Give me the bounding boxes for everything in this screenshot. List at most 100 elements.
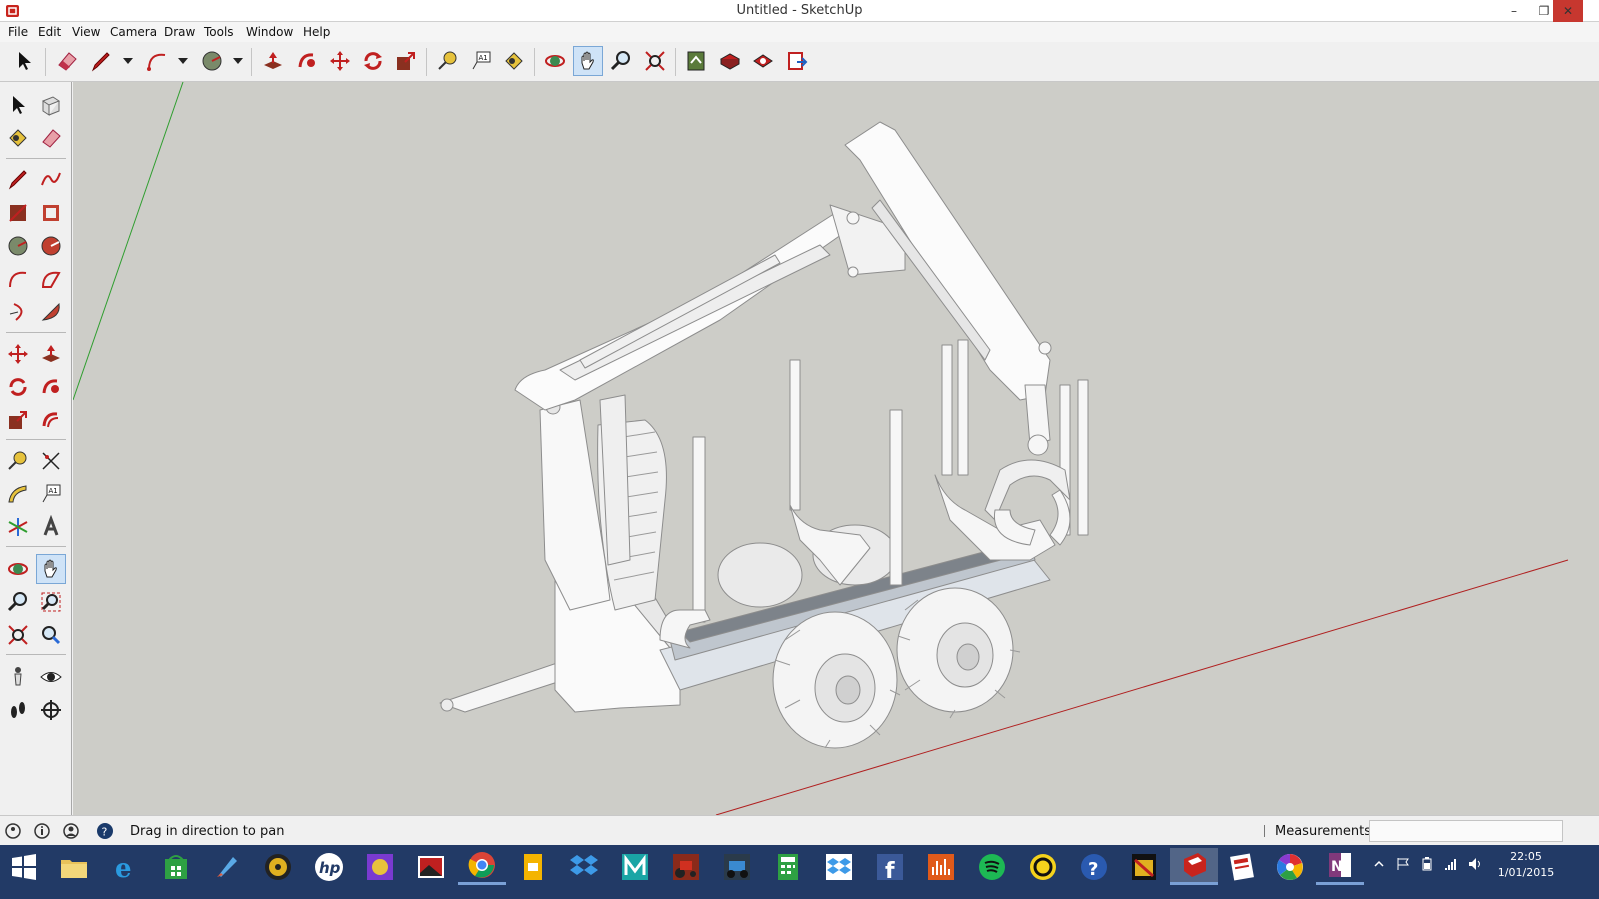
taskbar-app[interactable] <box>968 848 1016 885</box>
eraser-tool-button[interactable] <box>52 46 82 76</box>
section-plane-tool-button[interactable] <box>36 695 66 725</box>
user-account-icon[interactable] <box>62 822 80 840</box>
previous-view-tool-button[interactable] <box>36 620 66 650</box>
chevron-down-icon[interactable] <box>233 58 243 66</box>
chevron-up-icon[interactable] <box>1374 859 1384 869</box>
move-tool-button[interactable] <box>325 46 355 76</box>
tape-measure-tool-button[interactable] <box>3 446 33 476</box>
volume-icon[interactable] <box>1468 857 1482 871</box>
position-camera-tool-button[interactable] <box>3 662 33 692</box>
line-tool-button[interactable] <box>86 46 116 76</box>
taskbar-app[interactable] <box>713 848 761 885</box>
menu-draw[interactable]: Draw <box>164 25 195 39</box>
orbit-tool-button[interactable] <box>540 46 570 76</box>
three-point-arc-tool-button[interactable] <box>3 297 33 327</box>
minimize-button[interactable]: – <box>1499 0 1529 22</box>
taskbar-app[interactable] <box>815 848 863 885</box>
rectangle-tool-button[interactable] <box>3 198 33 228</box>
follow-me-tool-button[interactable] <box>36 372 66 402</box>
share-model-tool-button[interactable] <box>748 46 778 76</box>
arc-tool-button[interactable] <box>142 46 172 76</box>
polygon-tool-button[interactable] <box>36 231 66 261</box>
push-pull-tool-button[interactable] <box>258 46 288 76</box>
measurements-input[interactable] <box>1369 820 1563 842</box>
scale-tool-button[interactable] <box>391 46 421 76</box>
geo-location-icon[interactable] <box>4 822 22 840</box>
arc-tool-button[interactable] <box>3 264 33 294</box>
taskbar-app[interactable] <box>764 848 812 885</box>
look-around-tool-button[interactable] <box>36 662 66 692</box>
model-viewport[interactable] <box>73 82 1599 815</box>
freehand-tool-button[interactable] <box>36 164 66 194</box>
protractor-tool-button[interactable] <box>3 479 33 509</box>
menu-window[interactable]: Window <box>246 25 293 39</box>
taskbar-app[interactable] <box>560 848 608 885</box>
zoom-extents-tool-button[interactable] <box>640 46 670 76</box>
text-label-tool-button[interactable]: A1 <box>36 479 66 509</box>
zoom-tool-button[interactable] <box>3 587 33 617</box>
help-icon[interactable]: ? <box>96 822 114 840</box>
pan-tool-button[interactable] <box>36 554 66 584</box>
taskbar-app[interactable] <box>662 848 710 885</box>
3d-text-tool-button[interactable] <box>36 512 66 542</box>
taskbar-app[interactable]: f <box>866 848 914 885</box>
taskbar-app[interactable] <box>458 848 506 885</box>
push-pull-tool-button[interactable] <box>36 339 66 369</box>
menu-edit[interactable]: Edit <box>38 25 61 39</box>
taskbar-app[interactable] <box>611 848 659 885</box>
axes-tool-button[interactable] <box>3 512 33 542</box>
zoom-tool-button[interactable] <box>606 46 636 76</box>
paint-bucket-tool-button[interactable] <box>3 123 33 153</box>
start-button[interactable] <box>0 848 48 885</box>
text-tool-button[interactable]: A1 <box>466 46 496 76</box>
line-tool-button[interactable] <box>3 164 33 194</box>
menu-camera[interactable]: Camera <box>110 25 157 39</box>
taskbar-app[interactable] <box>1266 848 1314 885</box>
extension-warehouse-tool-button[interactable] <box>782 46 812 76</box>
select-tool-button[interactable] <box>3 90 33 120</box>
warehouse-tool-button[interactable] <box>681 46 711 76</box>
flag-icon[interactable] <box>1396 857 1410 871</box>
credits-info-icon[interactable] <box>33 822 51 840</box>
taskbar-app[interactable] <box>1218 848 1266 885</box>
get-models-tool-button[interactable] <box>715 46 745 76</box>
dimension-tool-button[interactable] <box>36 446 66 476</box>
taskbar-app[interactable] <box>203 848 251 885</box>
make-component-tool-button[interactable] <box>36 90 66 120</box>
zoom-window-tool-button[interactable] <box>36 587 66 617</box>
select-tool-button[interactable] <box>10 46 40 76</box>
taskbar-app[interactable]: ? <box>1070 848 1118 885</box>
taskbar-app[interactable] <box>152 848 200 885</box>
pan-tool-button[interactable] <box>573 46 603 76</box>
walk-tool-button[interactable] <box>3 695 33 725</box>
menu-view[interactable]: View <box>72 25 100 39</box>
paint-bucket-tool-button[interactable] <box>499 46 529 76</box>
pie-tool-button[interactable] <box>36 297 66 327</box>
battery-icon[interactable] <box>1420 857 1434 871</box>
menu-help[interactable]: Help <box>303 25 330 39</box>
taskbar-app[interactable] <box>254 848 302 885</box>
taskbar-app[interactable] <box>407 848 455 885</box>
taskbar-app[interactable] <box>509 848 557 885</box>
rotated-rectangle-tool-button[interactable] <box>36 198 66 228</box>
tape-measure-tool-button[interactable] <box>433 46 463 76</box>
taskbar-app[interactable] <box>917 848 965 885</box>
scale-tool-button[interactable] <box>3 405 33 435</box>
circle-tool-button[interactable] <box>3 231 33 261</box>
taskbar-app[interactable] <box>356 848 404 885</box>
orbit-tool-button[interactable] <box>3 554 33 584</box>
rotate-tool-button[interactable] <box>3 372 33 402</box>
taskbar-app[interactable]: N <box>1316 848 1364 885</box>
chevron-down-icon[interactable] <box>123 58 133 66</box>
eraser-tool-button[interactable] <box>36 123 66 153</box>
taskbar-app[interactable] <box>1019 848 1067 885</box>
two-point-arc-tool-button[interactable] <box>36 264 66 294</box>
circle-tool-button[interactable] <box>197 46 227 76</box>
system-clock[interactable]: 22:05 1/01/2015 <box>1496 849 1556 881</box>
chevron-down-icon[interactable] <box>178 58 188 66</box>
menu-tools[interactable]: Tools <box>204 25 234 39</box>
zoom-extents-tool-button[interactable] <box>3 620 33 650</box>
taskbar-app[interactable] <box>1120 848 1168 885</box>
offset-tool-button[interactable] <box>36 405 66 435</box>
rotate-tool-button[interactable] <box>358 46 388 76</box>
